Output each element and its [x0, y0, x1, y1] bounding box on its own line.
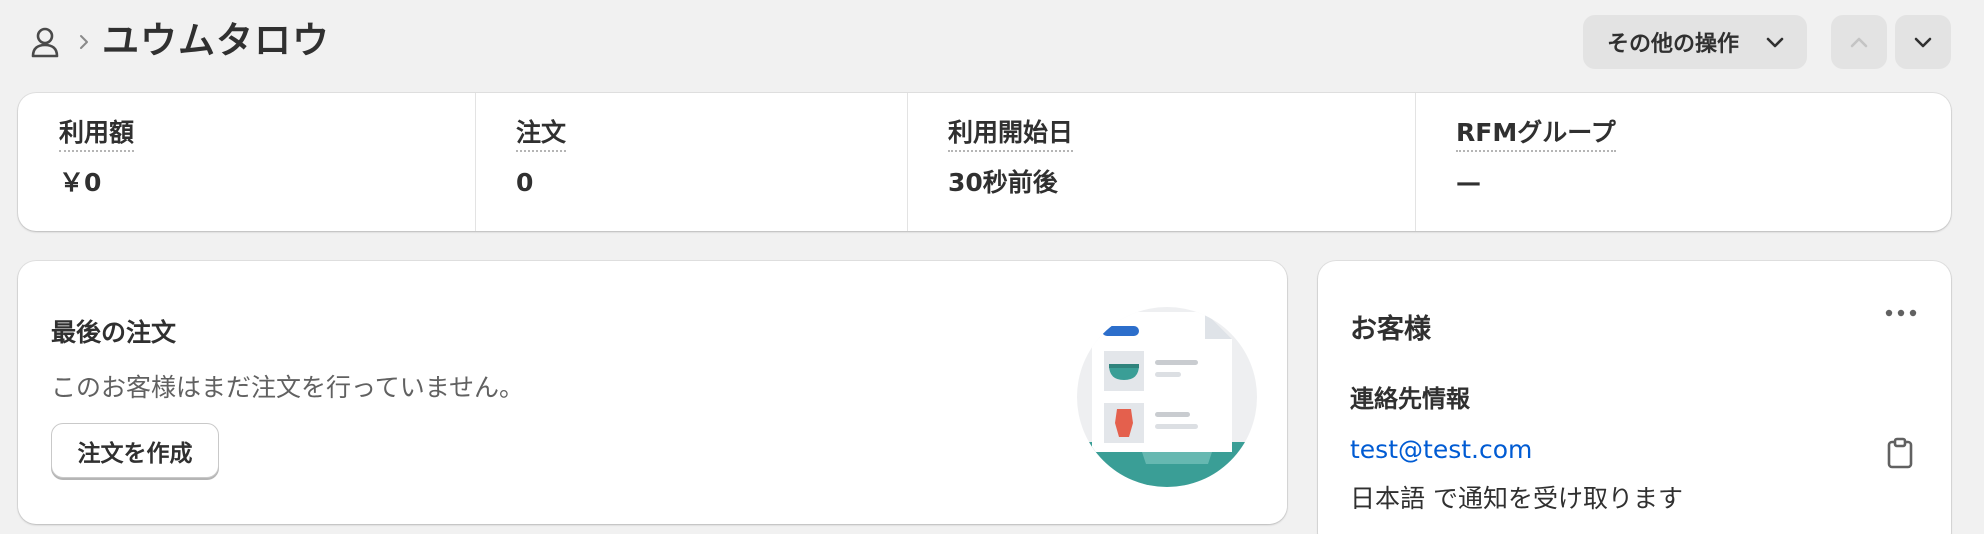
last-order-title: 最後の注文 [51, 318, 177, 347]
metric-value: 30秒前後 [948, 168, 1058, 197]
last-order-description: このお客様はまだ注文を行っていません。 [51, 373, 525, 402]
clipboard-icon[interactable] [1886, 437, 1914, 469]
metric-amount-spent: 利用額 ￥0 [18, 93, 475, 231]
chevron-up-icon [1850, 37, 1868, 48]
customer-card-title: お客様 [1350, 314, 1431, 345]
next-customer-button[interactable] [1895, 15, 1951, 69]
metric-label[interactable]: 利用額 [59, 118, 135, 152]
metric-label[interactable]: RFMグループ [1456, 118, 1616, 152]
notification-language: 日本語 で通知を受け取ります [1350, 484, 1683, 513]
customer-email-link[interactable]: test@test.com [1350, 435, 1532, 464]
metric-value: ￥0 [59, 168, 102, 197]
more-actions-button[interactable]: その他の操作 [1583, 15, 1807, 69]
contact-info-heading: 連絡先情報 [1350, 385, 1470, 413]
more-actions-label: その他の操作 [1607, 32, 1740, 57]
divider [1415, 93, 1416, 231]
last-order-card: 最後の注文 このお客様はまだ注文を行っていません。 注文を作成 [18, 261, 1287, 524]
customer-card: お客様 連絡先情報 test@test.com 日本語 で通知を受け取ります [1318, 261, 1951, 534]
chevron-down-icon [1766, 37, 1784, 48]
person-icon[interactable] [30, 26, 60, 58]
divider [475, 93, 476, 231]
previous-customer-button[interactable] [1831, 15, 1887, 69]
metric-label[interactable]: 利用開始日 [948, 118, 1074, 152]
page-title: ユウムタロウ [102, 19, 330, 62]
metric-rfm-group: RFMグループ — [1415, 93, 1951, 231]
chevron-down-icon [1914, 37, 1932, 48]
metric-customer-since: 利用開始日 30秒前後 [907, 93, 1415, 231]
metric-label[interactable]: 注文 [516, 118, 567, 152]
page-header: ユウムタロウ その他の操作 [0, 0, 1984, 84]
ellipsis-icon[interactable] [1884, 306, 1918, 320]
empty-order-illustration [1077, 307, 1257, 487]
create-order-button[interactable]: 注文を作成 [51, 423, 219, 478]
divider [907, 93, 908, 231]
customer-metrics-card: 利用額 ￥0 注文 0 利用開始日 30秒前後 RFMグループ — [18, 93, 1951, 231]
metric-value: — [1456, 168, 1481, 197]
metric-value: 0 [516, 168, 534, 197]
metric-orders: 注文 0 [475, 93, 907, 231]
chevron-right-icon [80, 35, 88, 49]
